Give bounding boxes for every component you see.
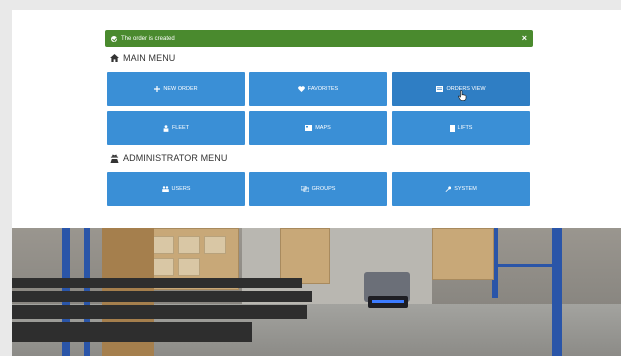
maps-label: MAPS — [315, 125, 331, 131]
home-icon — [110, 54, 119, 62]
box — [178, 236, 200, 254]
maps-button[interactable]: MAPS — [249, 111, 387, 145]
lift-icon — [449, 124, 455, 132]
stacked-boxes — [280, 228, 330, 284]
new-order-label: NEW ORDER — [163, 86, 198, 92]
dark-plank-stack — [12, 322, 252, 342]
administrator-menu-heading: ADMINISTRATOR MENU — [110, 153, 227, 163]
box — [152, 236, 174, 254]
groups-button[interactable]: GROUPS — [249, 172, 387, 206]
check-circle-icon — [111, 35, 117, 42]
wrench-icon — [445, 186, 452, 192]
map-icon — [305, 125, 313, 131]
box — [152, 258, 174, 276]
success-notification: The order is created × — [105, 30, 533, 47]
dark-plank-stack — [12, 278, 302, 288]
users-icon — [161, 186, 169, 192]
system-button[interactable]: SYSTEM — [392, 172, 530, 206]
system-label: SYSTEM — [454, 186, 477, 192]
main-menu-heading: MAIN MENU — [110, 53, 175, 63]
users-label: USERS — [171, 186, 191, 192]
blue-rack-beam — [492, 264, 562, 267]
groups-label: GROUPS — [311, 186, 336, 192]
robot-icon — [163, 124, 169, 132]
users-button[interactable]: USERS — [107, 172, 245, 206]
blue-rack-post — [552, 228, 562, 356]
notification-message: The order is created — [121, 35, 175, 42]
lifts-label: LIFTS — [457, 125, 473, 131]
fleet-label: FLEET — [171, 125, 190, 131]
favorites-label: FAVORITES — [307, 86, 339, 92]
favorites-button[interactable]: FAVORITES — [249, 72, 387, 106]
box — [178, 258, 200, 276]
plus-icon — [154, 86, 161, 92]
groups-icon — [300, 186, 309, 192]
stacked-boxes — [432, 228, 494, 280]
heart-icon — [297, 86, 305, 92]
mobile-robot-light — [372, 300, 404, 303]
fleet-button[interactable]: FLEET — [107, 111, 245, 145]
box — [204, 236, 226, 254]
user-secret-icon — [110, 153, 119, 163]
lifts-button[interactable]: LIFTS — [392, 111, 530, 145]
close-icon[interactable]: × — [522, 33, 527, 43]
dark-plank-stack — [12, 291, 312, 302]
list-icon — [436, 86, 444, 92]
dark-plank-stack — [12, 305, 307, 319]
new-order-button[interactable]: NEW ORDER — [107, 72, 245, 106]
hand-pointer-icon — [458, 90, 467, 101]
warehouse-video-background — [12, 228, 621, 356]
